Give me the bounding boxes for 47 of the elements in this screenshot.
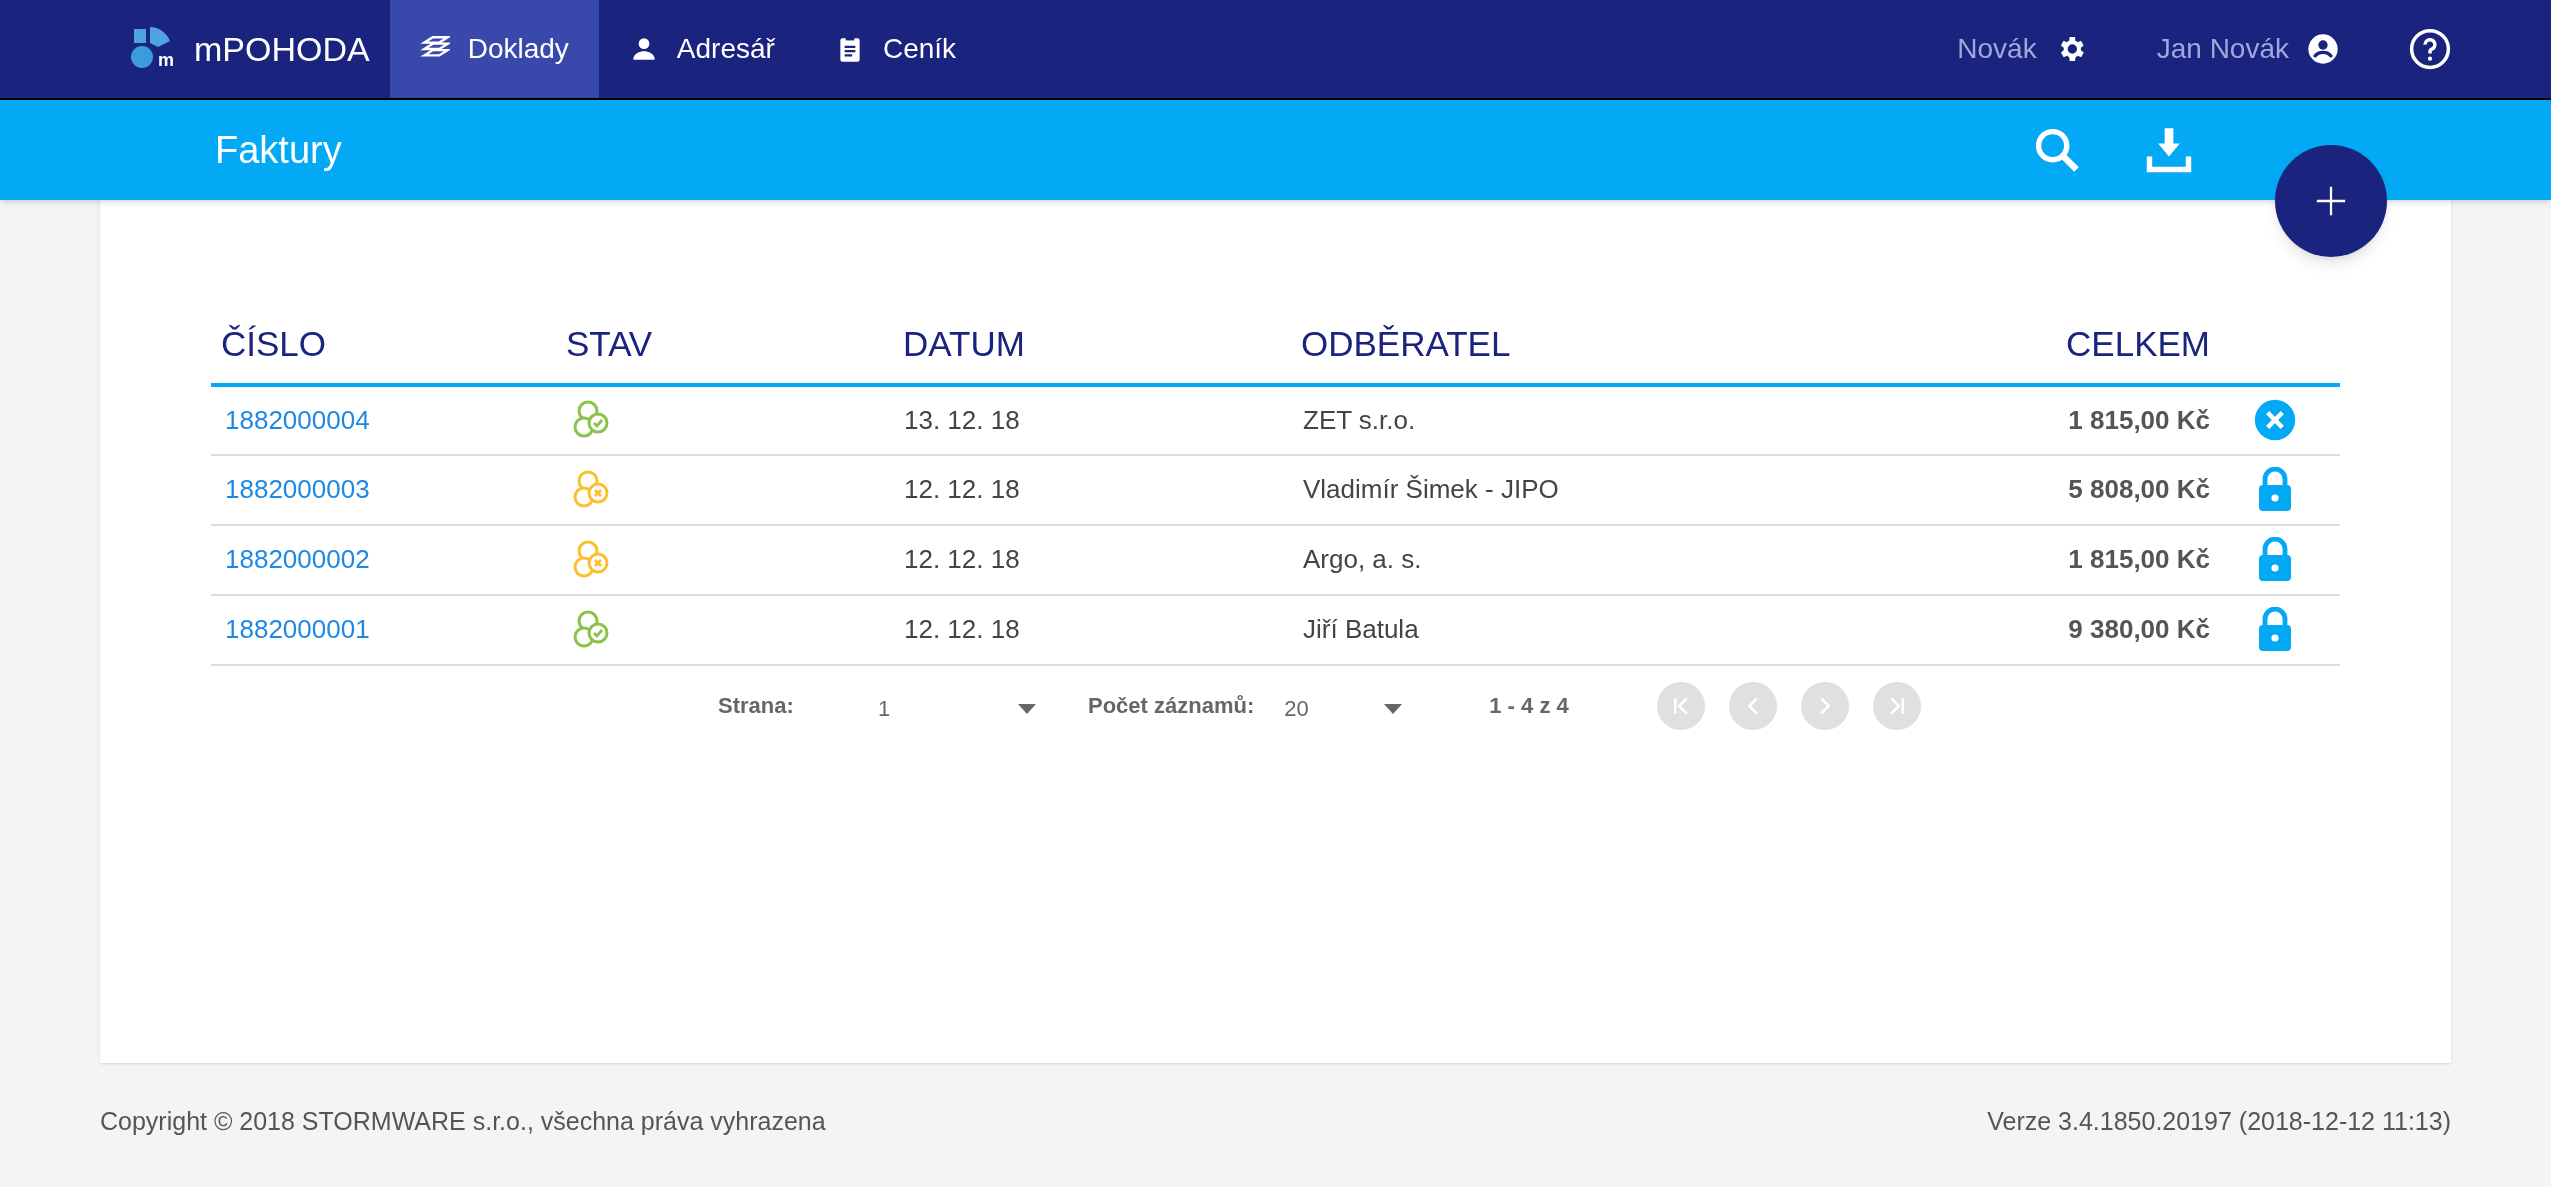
brand-name: mPOHODA xyxy=(194,28,370,70)
column-header: ČÍSLO xyxy=(211,318,566,385)
total-cell: 5 808,00 Kč xyxy=(1884,454,2210,525)
records-label: Počet záznamů: xyxy=(1088,692,1255,720)
chevron-left-icon xyxy=(1747,696,1758,715)
range-text: 1 - 4 z 4 xyxy=(1489,692,1569,720)
records-select[interactable]: 20 xyxy=(1284,686,1405,725)
nav-tab[interactable]: Doklady xyxy=(389,0,599,98)
caret-icon xyxy=(1016,702,1038,715)
date-cell: 13. 12. 18 xyxy=(901,384,1301,455)
total-cell: 1 815,00 Kč xyxy=(1884,384,2210,455)
customer-cell: Jiří Batula xyxy=(1301,594,1885,665)
cancel-icon xyxy=(2253,398,2297,442)
invoice-link[interactable]: 1882000002 xyxy=(211,524,566,595)
invoice-link[interactable]: 1882000001 xyxy=(211,594,566,665)
customer-cell: Vladimír Šimek - JIPO xyxy=(1301,454,1885,525)
customer-cell: Argo, a. s. xyxy=(1301,524,1885,595)
date-cell: 12. 12. 18 xyxy=(901,454,1301,525)
customer-cell: ZET s.r.o. xyxy=(1301,384,1885,455)
invoice-link[interactable]: 1882000003 xyxy=(211,454,566,525)
column-header: CELKEM xyxy=(1884,318,2210,385)
total-cell: 9 380,00 Kč xyxy=(1884,594,2210,665)
nav-tab[interactable]: Ceník xyxy=(804,0,987,98)
logo-letter: m xyxy=(158,51,174,69)
invoice-link[interactable]: 1882000004 xyxy=(211,384,566,455)
cancel-button[interactable] xyxy=(2253,398,2297,442)
first-page-icon xyxy=(1673,696,1688,715)
version-text: Verze 3.4.1850.20197 (2018-12-12 11:13) xyxy=(1987,1106,2451,1137)
last-page-icon xyxy=(1889,696,1904,715)
plus-icon xyxy=(2314,184,2348,218)
copyright-text: Copyright © 2018 STORMWARE s.r.o., všechna práva vyhrazena xyxy=(100,1106,826,1137)
total-cell: 1 815,00 Kč xyxy=(1884,524,2210,595)
date-cell: 12. 12. 18 xyxy=(901,594,1301,665)
chevron-right-icon xyxy=(1819,696,1830,715)
user-button[interactable]: Jan Novák xyxy=(2156,0,2339,98)
page-select[interactable]: 1 xyxy=(878,686,1038,725)
column-header: STAV xyxy=(566,318,901,385)
account-icon xyxy=(2307,33,2339,65)
column-header: ODBĚRATEL xyxy=(1301,318,1885,385)
date-cell: 12. 12. 18 xyxy=(901,524,1301,595)
help-icon xyxy=(2409,28,2451,70)
column-header: DATUM xyxy=(901,318,1301,385)
caret-icon xyxy=(1382,702,1405,715)
company-button[interactable]: Novák xyxy=(1957,0,2087,98)
page-title: Faktury xyxy=(215,127,343,173)
nav-tab[interactable]: Adresář xyxy=(598,0,805,98)
page-label: Strana: xyxy=(718,692,795,720)
